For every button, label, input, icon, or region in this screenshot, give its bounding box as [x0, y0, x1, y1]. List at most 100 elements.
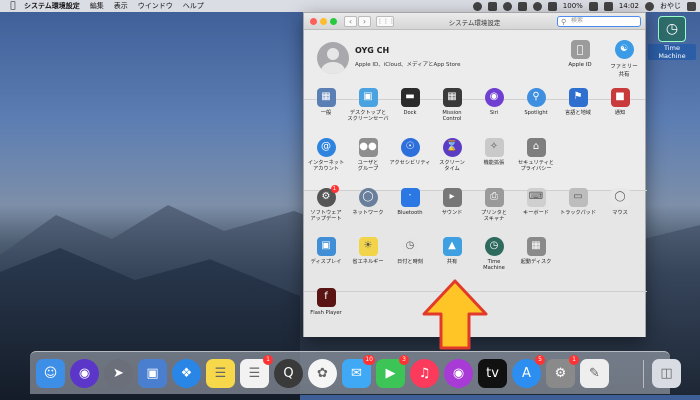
menu-view[interactable]: 表示: [114, 1, 128, 11]
dock-badge: 1: [263, 355, 273, 365]
spotlight-icon: ⚲: [526, 88, 546, 107]
dock-app-store[interactable]: A5: [512, 355, 545, 388]
bluetooth-status-icon[interactable]: [517, 1, 527, 11]
bulb-icon: ☀: [358, 237, 378, 256]
pane-software-update[interactable]: ⚙ 1 ソフトウェア アップデート: [305, 185, 347, 223]
pane-notifications[interactable]: ■ 通知: [599, 88, 641, 116]
dock-tv[interactable]: tv: [478, 359, 507, 388]
pane-sharing[interactable]: ▲ 共有: [431, 237, 473, 265]
pane-label: 省エネルギー: [352, 259, 384, 265]
pane-trackpad[interactable]: ▭ トラックパッド: [557, 188, 599, 216]
rocket-icon: ➤: [113, 366, 124, 381]
pane-label: 機能拡張: [483, 160, 505, 166]
box-icon[interactable]: [487, 1, 497, 11]
pane-label: キーボード: [523, 210, 549, 216]
dock-podcasts[interactable]: ◉: [444, 359, 473, 388]
pen-icon: ✎: [589, 366, 600, 381]
record-icon[interactable]: [472, 1, 482, 11]
pane-general[interactable]: ▦ 一般: [305, 88, 347, 116]
apple-menu-icon[interactable]: : [8, 1, 18, 11]
dock-preview[interactable]: ▣: [138, 359, 167, 388]
apple-id-pane[interactable]:  Apple ID: [558, 40, 602, 68]
pane-screen-time[interactable]: ⌛ スクリーン タイム: [431, 138, 473, 173]
dock-photos[interactable]: ✿: [308, 359, 337, 388]
notifications-icon: ■: [610, 88, 630, 107]
pane-dock[interactable]: ▬ Dock: [389, 88, 431, 116]
general-icon: ▦: [316, 88, 336, 107]
control-center-icon[interactable]: [687, 1, 696, 11]
apple-id-label: Apple ID: [568, 62, 592, 68]
dock-music[interactable]: ♫: [410, 359, 439, 388]
dock-system-preferences[interactable]: ⚙ 1: [546, 355, 579, 388]
family-sharing-pane[interactable]: ☯ ファミリー 共有: [602, 40, 646, 78]
pane-accessibility[interactable]: ☉ アクセシビリティ: [389, 138, 431, 166]
menu-window[interactable]: ウインドウ: [138, 1, 173, 11]
avatar[interactable]: [317, 42, 349, 74]
notification-badge: 1: [330, 185, 339, 193]
pane-security-privacy[interactable]: ⌂ セキュリティと プライバシー: [515, 138, 557, 173]
pane-spotlight[interactable]: ⚲ Spotlight: [515, 88, 557, 116]
search-field[interactable]: ⚲ 検索: [557, 16, 641, 27]
pane-startup-disk[interactable]: ▦ 起動ディスク: [515, 237, 557, 265]
pane-time-machine[interactable]: ◷ Time Machine: [473, 237, 515, 272]
dock-finder[interactable]: ☺: [36, 359, 65, 388]
pane-printers-scanners[interactable]: ⎙ プリンタと スキャナ: [473, 188, 515, 223]
pane-flash-player[interactable]: f Flash Player: [305, 288, 347, 316]
wifi-icon[interactable]: [532, 1, 542, 11]
dock-text-edit[interactable]: ✎: [580, 359, 609, 388]
pane-label: スクリーン タイム: [439, 160, 465, 173]
dock-safari[interactable]: ❖: [172, 359, 201, 388]
pane-date-time[interactable]: ◷ 日付と時刻: [389, 237, 431, 265]
disk-icon: ▦: [526, 237, 546, 256]
dock-reminders[interactable]: ☰ 1: [240, 355, 273, 388]
dock-siri[interactable]: ◉: [70, 359, 99, 388]
volume-icon[interactable]: [547, 1, 557, 11]
bluetooth-icon: ᛫: [400, 188, 420, 207]
pane-label: ユーザと グループ: [357, 160, 379, 173]
pane-internet-accounts[interactable]: @ インターネット アカウント: [305, 138, 347, 173]
pane-language-region[interactable]: ⚑ 言語と地域: [557, 88, 599, 116]
desktop-volume-time-machine[interactable]: ◷ Time Machine: [648, 16, 696, 60]
pane-keyboard[interactable]: ⌨ キーボード: [515, 188, 557, 216]
pane-energy-saver[interactable]: ☀ 省エネルギー: [347, 237, 389, 265]
battery-percent[interactable]: 100%: [563, 2, 583, 10]
menu-edit[interactable]: 編集: [90, 1, 104, 11]
window-titlebar[interactable]: ‹ › ⋮⋮⋮ システム環境設定 ⚲ 検索: [304, 13, 645, 30]
pane-label: セキュリティと プライバシー: [517, 160, 554, 173]
pane-label: 通知: [614, 110, 626, 116]
dock-trash[interactable]: ◫: [652, 359, 681, 388]
menu-app-name[interactable]: システム環境設定: [24, 1, 80, 11]
user-name[interactable]: おやじ: [660, 1, 681, 11]
compass-icon: ❖: [180, 366, 193, 381]
pane-desktop-screensaver[interactable]: ▣ デスクトップと スクリーンセーバ: [347, 88, 389, 123]
dock-launchpad[interactable]: ➤: [104, 359, 133, 388]
search-icon[interactable]: [645, 1, 654, 11]
pane-network[interactable]: ◯ ネットワーク: [347, 188, 389, 216]
time-machine-status-icon[interactable]: [502, 1, 512, 11]
pane-label: 言語と地域: [565, 110, 591, 116]
pane-extensions[interactable]: ✧ 機能拡張: [473, 138, 515, 166]
pane-sound[interactable]: ▸ サウンド: [431, 188, 473, 216]
dock-quicktime[interactable]: Q: [274, 359, 303, 388]
clock[interactable]: 14:02: [619, 2, 639, 10]
pane-mission-control[interactable]: ▦ Mission Control: [431, 88, 473, 123]
family-icon: ☯: [614, 40, 634, 59]
hourglass-icon: ⌛: [442, 138, 462, 157]
users-icon: ●●: [358, 138, 378, 157]
pane-displays[interactable]: ▣ ディスプレイ: [305, 237, 347, 265]
flag-icon: ⚑: [568, 88, 588, 107]
pane-label: Bluetooth: [397, 210, 423, 216]
pane-users-groups[interactable]: ●● ユーザと グループ: [347, 138, 389, 173]
dock-messages[interactable]: ✉ 10: [342, 355, 375, 388]
pane-siri[interactable]: ◉ Siri: [473, 88, 515, 116]
input-icon[interactable]: [603, 1, 613, 11]
menu-help[interactable]: ヘルプ: [183, 1, 204, 11]
dock-notes[interactable]: ☰: [206, 359, 235, 388]
pane-label: Spotlight: [524, 110, 548, 116]
battery-icon[interactable]: [588, 1, 598, 11]
dock-facetime[interactable]: ▶ 3: [376, 355, 409, 388]
pane-mouse[interactable]: ◯ マウス: [599, 188, 641, 216]
keyboard-icon: ⌨: [526, 188, 546, 207]
gear-icon: ⚙: [554, 366, 567, 381]
pane-bluetooth[interactable]: ᛫ Bluetooth: [389, 188, 431, 216]
